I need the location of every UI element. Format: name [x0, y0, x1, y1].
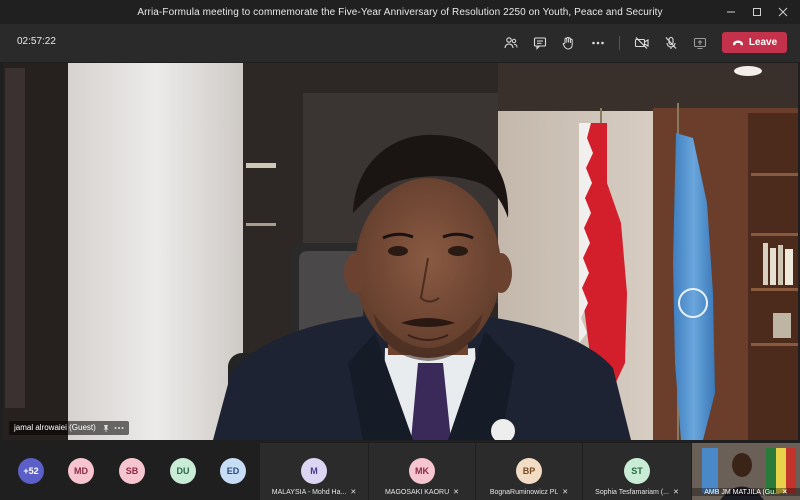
- people-icon[interactable]: [501, 33, 521, 53]
- participant-avatar: MK: [409, 458, 435, 484]
- speaker-name-tag: jamal alrowaiei (Guest): [9, 421, 129, 435]
- teams-meeting-window: Arria-Formula meeting to commemorate the…: [0, 0, 800, 500]
- leave-label: Leave: [748, 37, 778, 48]
- speaker-video-image: [3, 63, 798, 440]
- window-title: Arria-Formula meeting to commemorate the…: [137, 6, 663, 18]
- participant-tile[interactable]: M MALAYSIA - Mohd Ha... ✕: [260, 443, 368, 500]
- participant-name: Sophia Tesfamariam (...: [595, 489, 669, 496]
- mic-off-icon: ✕: [453, 489, 460, 496]
- more-options-icon[interactable]: [114, 426, 124, 430]
- participant-avatar: BP: [516, 458, 542, 484]
- participant-avatar[interactable]: SB: [119, 458, 145, 484]
- participant-tile[interactable]: BP BognaRuminowicz PL ✕: [476, 443, 582, 500]
- participant-name: BognaRuminowicz PL: [489, 489, 559, 496]
- overflow-participants-button[interactable]: +52: [18, 458, 44, 484]
- participant-avatar[interactable]: MD: [68, 458, 94, 484]
- participant-name: MAGOSAKI KAORU: [384, 489, 450, 496]
- participant-video-tile[interactable]: AMB JM MATJILA (Gu... ✕: [692, 443, 800, 500]
- participant-name: MALAYSIA - Mohd Ha...: [271, 489, 347, 496]
- toolbar-divider: [619, 36, 620, 50]
- minimize-icon[interactable]: [720, 1, 742, 23]
- chat-icon[interactable]: [530, 33, 550, 53]
- participant-avatar: ST: [624, 458, 650, 484]
- camera-off-icon[interactable]: [632, 33, 652, 53]
- meeting-timer: 02:57:22: [17, 36, 56, 47]
- participant-tile[interactable]: MK MAGOSAKI KAORU ✕: [369, 443, 475, 500]
- window-controls: [716, 0, 794, 24]
- main-video-feed[interactable]: jamal alrowaiei (Guest): [3, 63, 798, 440]
- speaker-name: jamal alrowaiei (Guest): [14, 423, 96, 432]
- participant-name: AMB JM MATJILA (Gu...: [704, 489, 780, 496]
- mic-off-icon[interactable]: [661, 33, 681, 53]
- maximize-icon[interactable]: [746, 1, 768, 23]
- hang-up-icon: [732, 40, 743, 45]
- meeting-toolbar: 02:57:22 Leave: [0, 24, 800, 62]
- participant-avatar[interactable]: DU: [170, 458, 196, 484]
- close-icon[interactable]: [772, 1, 794, 23]
- window-title-bar: Arria-Formula meeting to commemorate the…: [0, 0, 800, 24]
- raise-hand-icon[interactable]: [558, 33, 578, 53]
- participant-avatar[interactable]: ED: [220, 458, 246, 484]
- participant-tile[interactable]: ST Sophia Tesfamariam (... ✕: [583, 443, 691, 500]
- pin-icon[interactable]: [102, 424, 110, 432]
- mic-off-icon: ✕: [779, 489, 788, 496]
- participant-avatar: M: [301, 458, 327, 484]
- share-icon[interactable]: [690, 33, 710, 53]
- mic-off-icon: ✕: [672, 489, 679, 496]
- mic-off-icon: ✕: [562, 489, 569, 496]
- more-icon[interactable]: [588, 33, 608, 53]
- mic-off-icon: ✕: [350, 489, 357, 496]
- participants-strip: +52 MD SB DU ED M MALAYSIA - Mohd Ha... ✕…: [0, 443, 800, 500]
- leave-button[interactable]: Leave: [722, 32, 787, 53]
